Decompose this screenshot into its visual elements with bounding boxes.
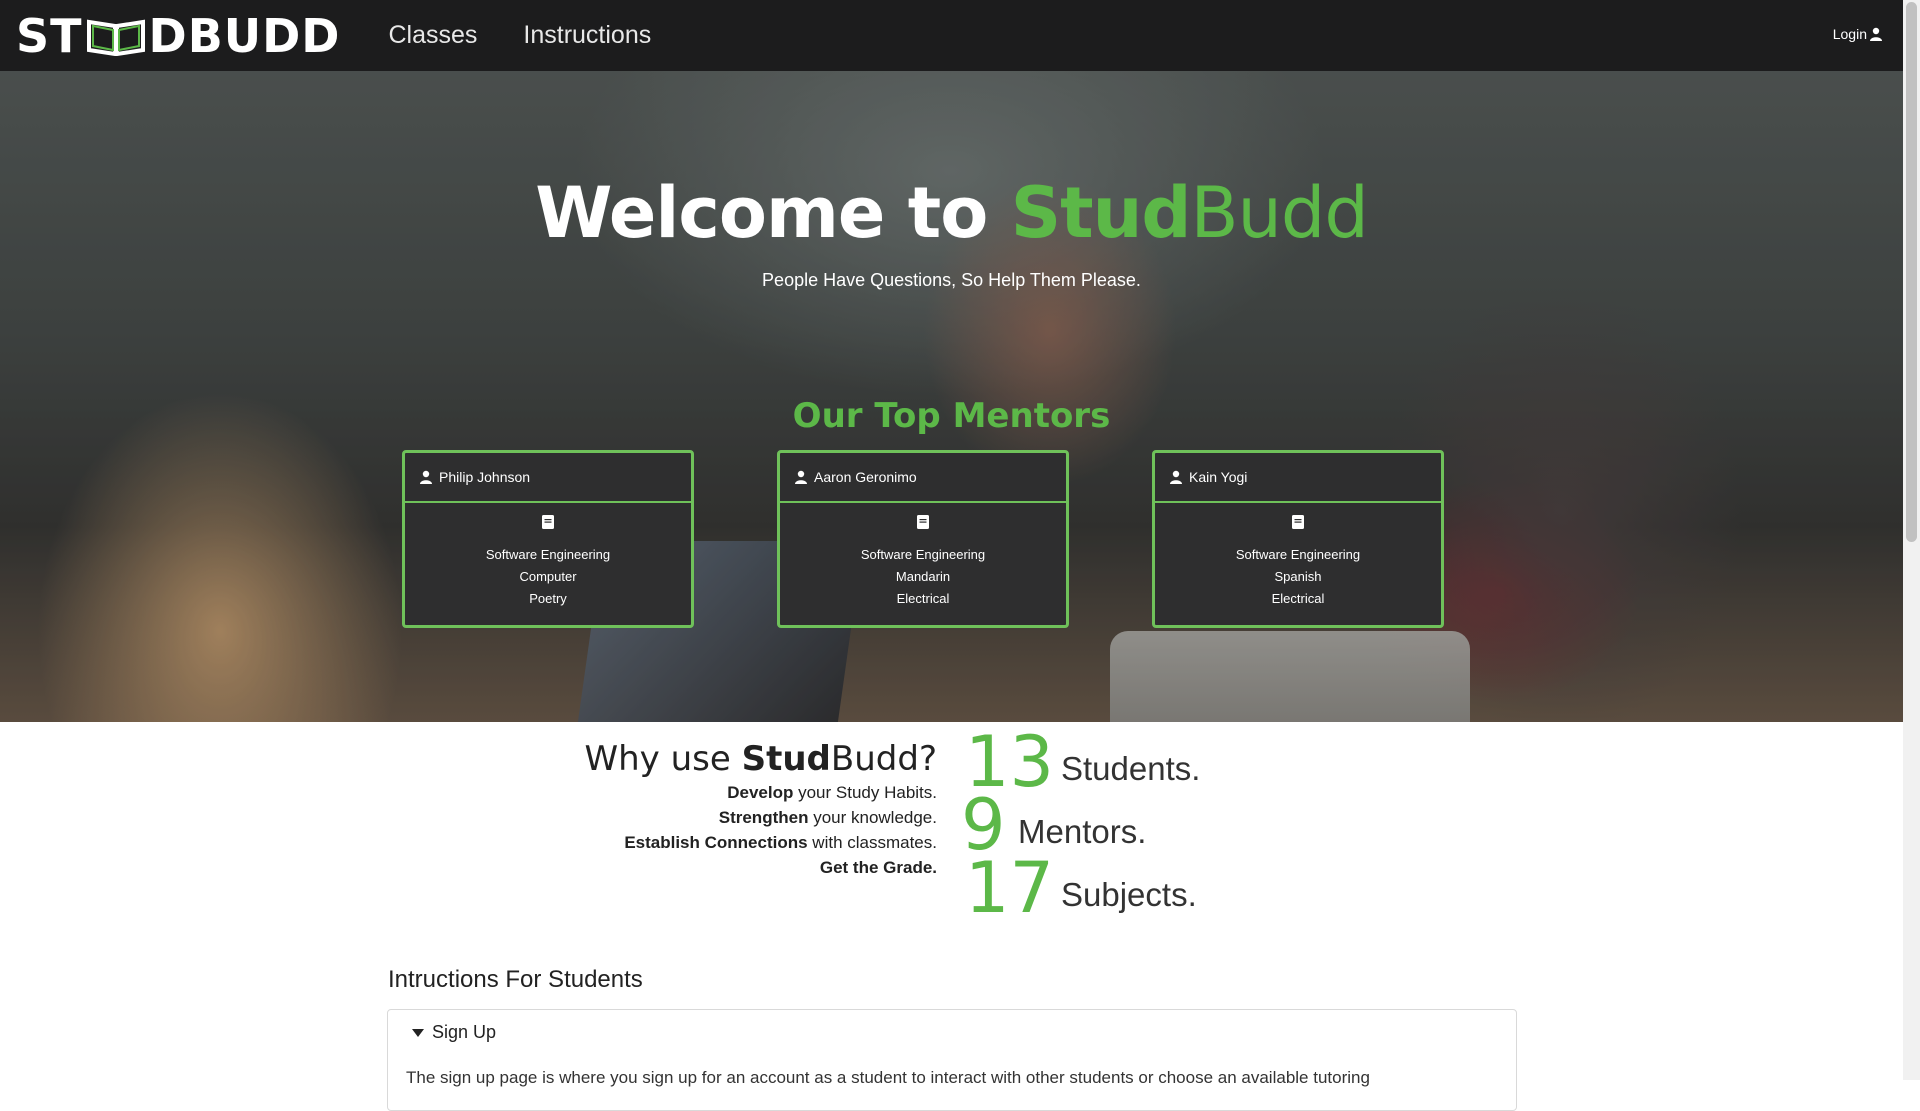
mentor-card[interactable]: Aaron Geronimo Software Engineering Mand…	[777, 450, 1069, 628]
stat-number: 17	[965, 847, 1055, 929]
hero-title-prefix: Welcome to	[535, 172, 1011, 254]
mentor-name: Philip Johnson	[439, 469, 531, 485]
studbudd-logo[interactable]: ST DBUDD	[16, 9, 340, 63]
login-button[interactable]: Login	[1833, 26, 1883, 42]
mentor-name: Kain Yogi	[1189, 469, 1248, 485]
why-section: Why use StudBudd? Develop your Study Hab…	[585, 738, 937, 880]
nav-link-instructions[interactable]: Instructions	[523, 21, 651, 50]
accordion-text: The sign up page is where you sign up fo…	[406, 1068, 1370, 1087]
why-line-bold: Get the Grade.	[819, 858, 937, 877]
scrollbar-thumb[interactable]	[1906, 2, 1917, 542]
user-icon	[1170, 470, 1182, 484]
mentor-subject: Software Engineering	[485, 547, 611, 562]
hero-subtitle: People Have Questions, So Help Them Plea…	[762, 270, 1141, 290]
mentor-card-body: Software Engineering Spanish Electrical	[1155, 503, 1441, 610]
stat-label: Mentors.	[1018, 813, 1147, 850]
accordion-title: Sign Up	[432, 1022, 497, 1042]
book-icon	[542, 515, 554, 529]
user-icon	[1870, 27, 1882, 41]
nav-link-classes[interactable]: Classes	[388, 21, 477, 50]
hero-title: Welcome to StudBudd	[0, 172, 1903, 254]
why-line-bold: Establish Connections	[624, 833, 808, 852]
mentor-card[interactable]: Philip Johnson Software Engineering Comp…	[402, 450, 694, 628]
why-line-rest: your knowledge.	[808, 808, 937, 827]
caret-down-icon	[412, 1028, 424, 1037]
mentor-subject: Poetry	[529, 591, 567, 606]
why-title-stud: Stud	[741, 739, 831, 779]
mentor-card[interactable]: Kain Yogi Software Engineering Spanish E…	[1152, 450, 1444, 628]
logo-text-left: ST	[16, 8, 83, 63]
login-label: Login	[1832, 26, 1867, 42]
mentor-subject: Software Engineering	[1235, 547, 1361, 562]
mentor-card-header: Kain Yogi	[1155, 453, 1441, 503]
mentor-card-body: Software Engineering Mandarin Electrical	[780, 503, 1066, 610]
mentor-card-header: Philip Johnson	[405, 453, 691, 503]
mentor-subject: Software Engineering	[860, 547, 986, 562]
stat-label: Subjects.	[1061, 876, 1197, 913]
page-scrollbar[interactable]	[1903, 0, 1920, 1080]
mentor-subject: Electrical	[896, 591, 950, 606]
instructions-heading: Intructions For Students	[388, 966, 643, 993]
why-line: Develop your Study Habits.	[585, 780, 937, 805]
why-line: Strengthen your knowledge.	[585, 805, 937, 830]
why-title-prefix: Why use	[584, 739, 742, 779]
mentor-name: Aaron Geronimo	[814, 469, 917, 485]
mentor-subject: Mandarin	[895, 569, 951, 584]
why-line: Get the Grade.	[585, 855, 937, 880]
hero-title-stud: Stud	[1010, 172, 1192, 254]
user-icon	[420, 470, 432, 484]
mentor-card-body: Software Engineering Computer Poetry	[405, 503, 691, 610]
mentor-subject: Electrical	[1271, 591, 1325, 606]
why-line-bold: Strengthen	[718, 808, 809, 827]
mentors-heading: Our Top Mentors	[792, 396, 1111, 436]
why-line-rest: with classmates.	[807, 833, 937, 852]
why-title-budd: Budd?	[830, 739, 937, 779]
mentor-card-header: Aaron Geronimo	[780, 453, 1066, 503]
stat-label: Students.	[1061, 750, 1201, 787]
user-icon	[795, 470, 807, 484]
book-icon	[917, 515, 929, 529]
instructions-accordion: Sign Up The sign up page is where you si…	[387, 1009, 1517, 1111]
navbar: ST DBUDD Classes Instructions Login	[0, 0, 1903, 71]
why-line-rest: your Study Habits.	[793, 783, 937, 802]
mentor-subject: Computer	[519, 569, 577, 584]
accordion-toggle-sign-up[interactable]: Sign Up	[412, 1022, 496, 1043]
book-icon	[1292, 515, 1304, 529]
mentor-subject: Spanish	[1274, 569, 1322, 584]
open-book-icon	[86, 19, 145, 56]
why-line: Establish Connections with classmates.	[585, 830, 937, 855]
hero-title-budd: Budd	[1190, 172, 1369, 254]
logo-text-right: DBUDD	[148, 8, 341, 63]
why-line-bold: Develop	[727, 783, 794, 802]
why-title: Why use StudBudd?	[585, 738, 937, 780]
